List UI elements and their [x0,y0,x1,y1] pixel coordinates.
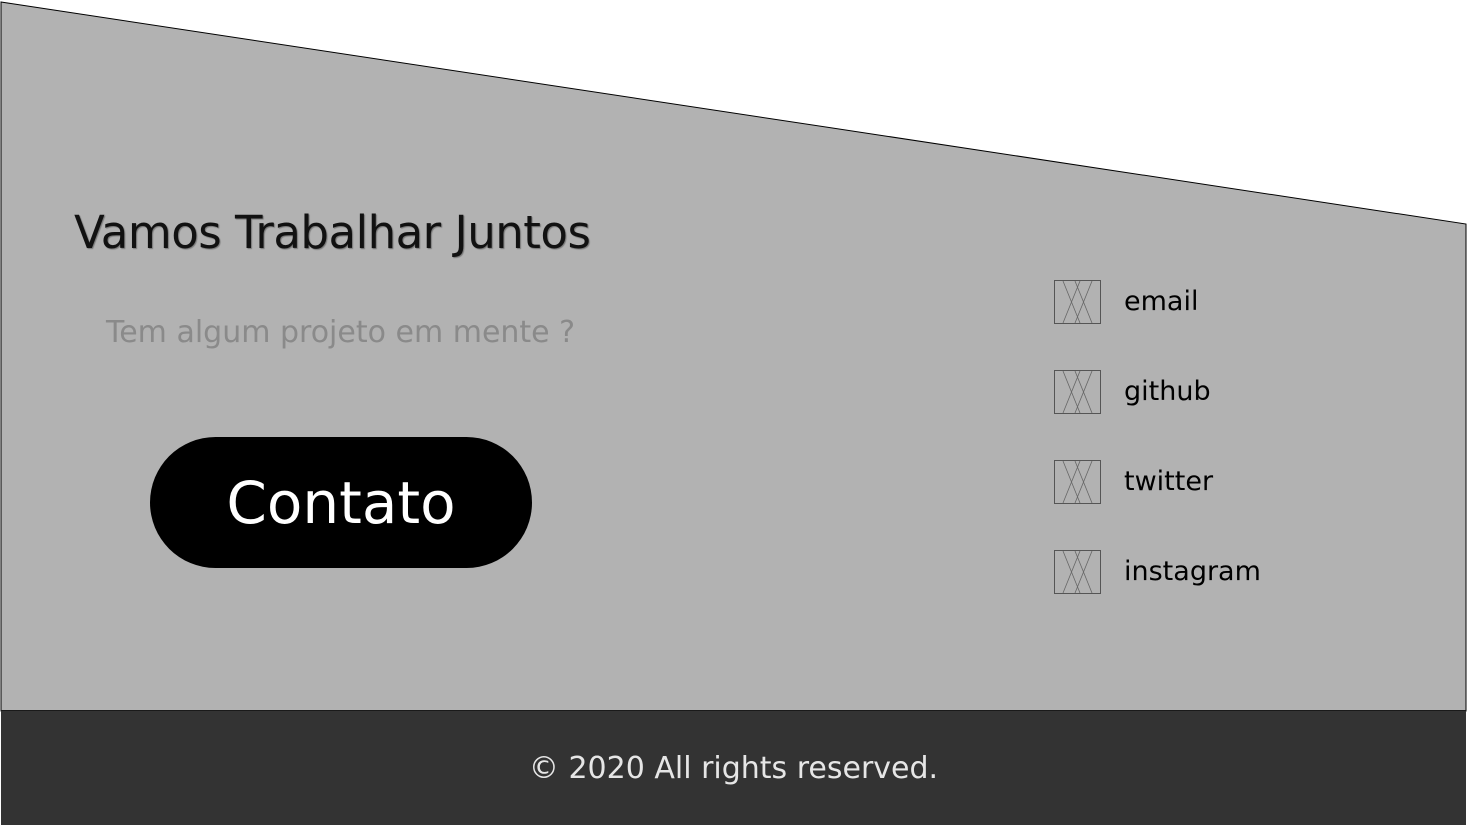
page-footer: © 2020 All rights reserved. [1,710,1466,825]
contact-button[interactable]: Contato [150,437,532,568]
contact-page: Vamos Trabalhar Juntos Tem algum projeto… [0,0,1467,825]
social-links-list: email github twitter instagram [1054,279,1261,639]
section-title: Vamos Trabalhar Juntos [74,206,591,259]
instagram-image-placeholder-icon [1054,549,1101,594]
social-link-label: github [1124,376,1211,407]
social-link-label: instagram [1124,556,1261,587]
social-link-instagram[interactable]: instagram [1054,549,1261,594]
section-subtitle: Tem algum projeto em mente ? [106,315,576,350]
social-link-label: email [1124,286,1199,317]
social-link-github[interactable]: github [1054,369,1261,414]
github-image-placeholder-icon [1054,369,1101,414]
copyright-text: © 2020 All rights reserved. [528,750,939,786]
twitter-image-placeholder-icon [1054,459,1101,504]
social-link-twitter[interactable]: twitter [1054,459,1261,504]
social-link-label: twitter [1124,466,1214,497]
email-image-placeholder-icon [1054,279,1101,324]
social-link-email[interactable]: email [1054,279,1261,324]
